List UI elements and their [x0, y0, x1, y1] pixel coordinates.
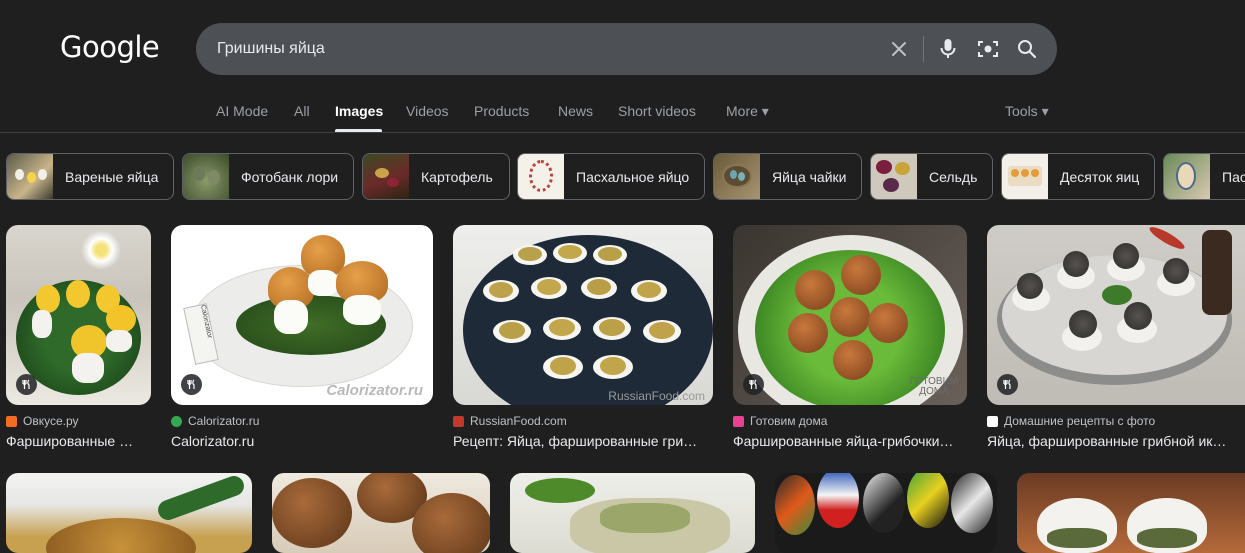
- favicon-icon: [453, 415, 464, 427]
- chip-thumbnail: [1164, 154, 1210, 199]
- result-image[interactable]: Calorizator Calorizator.ru: [171, 225, 433, 405]
- microphone-icon[interactable]: [935, 36, 961, 62]
- chip-thumbnail: [1002, 154, 1048, 199]
- chip-thumbnail: [871, 154, 917, 199]
- result-image[interactable]: [775, 475, 815, 535]
- chip-thumbnail: [183, 154, 229, 199]
- tab-images[interactable]: Images: [335, 103, 383, 119]
- image-result[interactable]: [1017, 473, 1245, 553]
- image-watermark: RussianFood.com: [608, 389, 705, 403]
- favicon-icon: [6, 415, 17, 427]
- image-watermark: Calorizator.ru: [326, 382, 423, 399]
- result-source-name: Овкусе.ру: [23, 414, 79, 428]
- chip-potato[interactable]: Картофель: [362, 153, 510, 200]
- tab-short-videos[interactable]: Short videos: [618, 103, 696, 119]
- chip-thumbnail: [7, 154, 53, 199]
- image-result[interactable]: [6, 473, 252, 553]
- image-result[interactable]: ГОТОВИМ ДОМА Готовим дома Фаршированные …: [733, 225, 967, 449]
- lens-icon[interactable]: [975, 36, 1001, 62]
- chip-thumbnail: [714, 154, 760, 199]
- result-source-name: RussianFood.com: [470, 414, 567, 428]
- image-result[interactable]: Овкусе.ру Фаршированные …: [6, 225, 151, 449]
- recipe-icon: [997, 374, 1018, 395]
- chip-thumbnail: [518, 154, 564, 199]
- tab-videos[interactable]: Videos: [406, 103, 449, 119]
- clear-icon[interactable]: [886, 36, 912, 62]
- result-image[interactable]: RussianFood.com: [453, 225, 713, 405]
- chip-label: Сельдь: [929, 168, 978, 185]
- tab-more[interactable]: More ▾: [726, 103, 769, 120]
- result-source: Овкусе.ру: [6, 414, 151, 428]
- result-image[interactable]: [46, 518, 196, 553]
- header-divider: [0, 132, 1245, 133]
- chip-herring[interactable]: Сельдь: [870, 153, 993, 200]
- result-image[interactable]: [6, 225, 151, 405]
- recipe-icon: [16, 374, 37, 395]
- chip-gull-eggs[interactable]: Яйца чайки: [713, 153, 862, 200]
- chip-label: Фотобанк лори: [241, 168, 339, 185]
- image-result[interactable]: RussianFood.com RussianFood.com Рецепт: …: [453, 225, 713, 449]
- google-logo[interactable]: Google: [60, 30, 160, 64]
- result-source-name: Calorizator.ru: [188, 414, 260, 428]
- search-bar: [196, 23, 1057, 75]
- result-title[interactable]: Рецепт: Яйца, фаршированные гри…: [453, 433, 713, 449]
- search-divider: [923, 36, 924, 62]
- chip-label: Десяток яиц: [1060, 168, 1140, 185]
- chip-easter-egg[interactable]: Пасхальное яйцо: [517, 153, 705, 200]
- result-title[interactable]: Фаршированные яйца-грибочки…: [733, 433, 967, 449]
- chip-photobank-lori[interactable]: Фотобанк лори: [182, 153, 354, 200]
- chip-label: Картофель: [421, 168, 493, 185]
- favicon-icon: [987, 415, 998, 427]
- chip-thumbnail: [363, 154, 409, 199]
- favicon-icon: [171, 415, 182, 427]
- result-title[interactable]: Яйца, фаршированные грибной ик…: [987, 433, 1245, 449]
- chip-label: Пасхальное яйцо: [576, 168, 690, 185]
- result-title[interactable]: Calorizator.ru: [171, 433, 433, 449]
- chip-label: Яйца чайки: [772, 168, 847, 185]
- result-source: RussianFood.com: [453, 414, 713, 428]
- image-result[interactable]: Домашние рецепты с фото Яйца, фарширован…: [987, 225, 1245, 449]
- result-image[interactable]: [525, 478, 595, 503]
- result-image[interactable]: ГОТОВИМ ДОМА: [733, 225, 967, 405]
- tab-all[interactable]: All: [294, 103, 310, 119]
- chip-boiled-eggs[interactable]: Вареные яйца: [6, 153, 174, 200]
- result-source: Готовим дома: [733, 414, 967, 428]
- search-icon[interactable]: [1014, 36, 1040, 62]
- chip-dozen-eggs[interactable]: Десяток яиц: [1001, 153, 1155, 200]
- tools-button[interactable]: Tools ▾: [1005, 103, 1049, 120]
- result-image[interactable]: [987, 225, 1245, 405]
- recipe-icon: [743, 374, 764, 395]
- image-result[interactable]: [510, 473, 755, 553]
- image-result[interactable]: [272, 473, 490, 553]
- tab-ai-mode[interactable]: AI Mode: [216, 103, 268, 119]
- image-watermark: ГОТОВИМ ДОМА: [909, 376, 959, 397]
- result-title[interactable]: Фаршированные …: [6, 433, 151, 449]
- result-source-name: Готовим дома: [750, 414, 828, 428]
- tab-products[interactable]: Products: [474, 103, 529, 119]
- image-result[interactable]: Calorizator Calorizator.ru Calorizator.r…: [171, 225, 433, 449]
- recipe-icon: [181, 374, 202, 395]
- chip-label: Пас: [1222, 168, 1245, 185]
- result-image[interactable]: [272, 478, 352, 548]
- tab-news[interactable]: News: [558, 103, 593, 119]
- result-source: Calorizator.ru: [171, 414, 433, 428]
- favicon-icon: [733, 415, 744, 427]
- result-source: Домашние рецепты с фото: [987, 414, 1245, 428]
- result-source-name: Домашние рецепты с фото: [1004, 414, 1156, 428]
- image-result[interactable]: [775, 473, 997, 553]
- chip-easter[interactable]: Пас: [1163, 153, 1245, 200]
- search-input[interactable]: [217, 35, 857, 63]
- chip-label: Вареные яйца: [65, 168, 159, 185]
